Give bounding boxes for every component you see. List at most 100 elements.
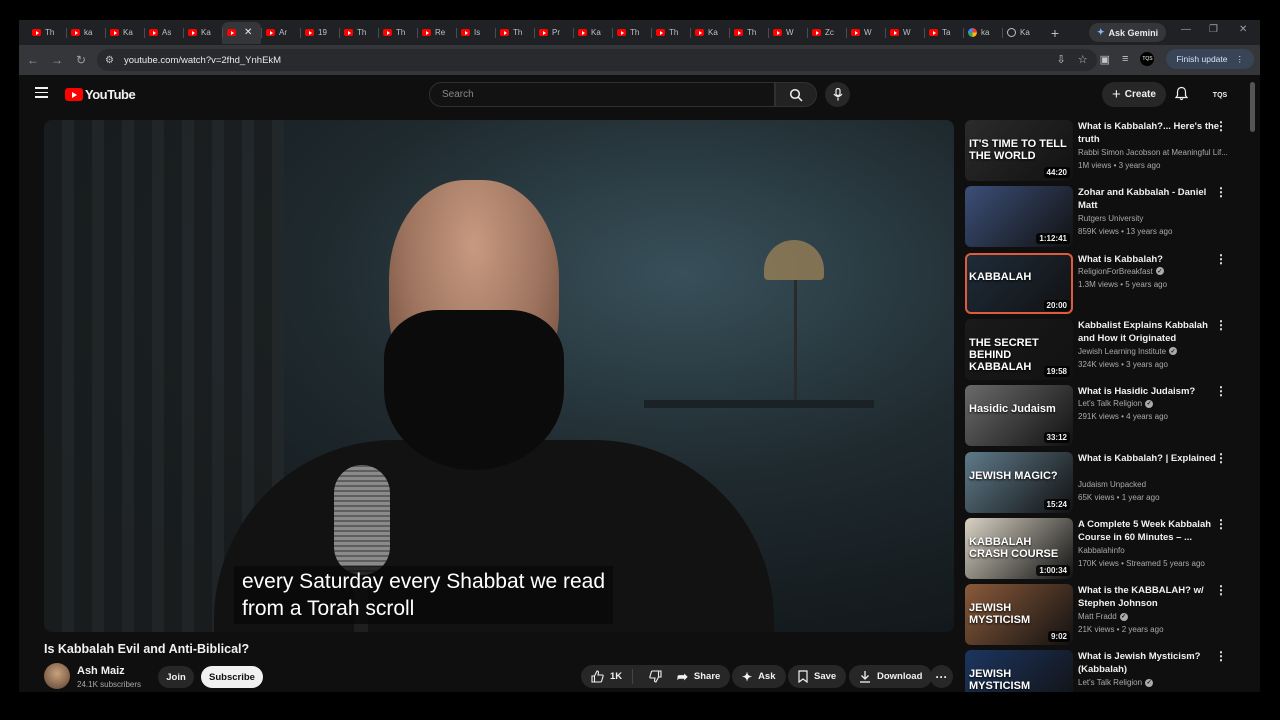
recommended-channel[interactable]: Matt Fradd ✓ [1078, 612, 1228, 621]
create-button[interactable]: + Create [1102, 82, 1166, 107]
browser-tab[interactable]: Th [339, 22, 378, 44]
search-input[interactable]: Search [429, 82, 775, 107]
recommended-channel[interactable]: Rutgers University [1078, 214, 1228, 223]
video-thumbnail[interactable]: JEWISH MAGIC? 15:24 [965, 451, 1073, 513]
install-app-icon[interactable]: ⇩ [1057, 53, 1066, 66]
video-thumbnail[interactable]: KABBALAH 20:00 [965, 252, 1073, 314]
more-options-icon[interactable]: ⋮ [1215, 120, 1227, 132]
finish-update-button[interactable]: Finish update ⋮ [1166, 49, 1254, 69]
save-button[interactable]: Save [788, 665, 847, 688]
more-options-icon[interactable]: ⋮ [1215, 518, 1227, 530]
new-tab-icon[interactable]: + [1045, 25, 1065, 41]
browser-tab[interactable]: Is [456, 22, 495, 44]
hamburger-menu-icon[interactable] [35, 87, 48, 101]
video-player[interactable]: every Saturday every Shabbat we read fro… [44, 120, 954, 632]
subscribe-button[interactable]: Subscribe [201, 666, 263, 688]
restore-icon[interactable]: ❐ [1209, 24, 1218, 35]
notifications-bell-icon[interactable] [1175, 86, 1188, 101]
browser-tab[interactable]: Th [651, 22, 690, 44]
channel-name[interactable]: Ash Maiz [77, 665, 125, 677]
more-options-icon[interactable]: ⋮ [1215, 385, 1227, 397]
recommended-video[interactable]: JEWISH MYSTICISM 9:02 What is the KABBALAH… [965, 584, 1237, 646]
browser-tab[interactable]: Th [378, 22, 417, 44]
browser-tab[interactable]: Th [729, 22, 768, 44]
recommended-channel[interactable]: ReligionForBreakfast ✓ [1078, 267, 1228, 276]
more-options-icon[interactable]: ⋮ [1215, 319, 1227, 331]
browser-tab[interactable]: Zc [807, 22, 846, 44]
browser-tab[interactable]: Pr [534, 22, 573, 44]
page-scrollbar[interactable] [1250, 82, 1255, 132]
profile-avatar[interactable]: TQS [1140, 52, 1155, 66]
video-thumbnail[interactable]: JEWISH MYSTICISM 9:02 [965, 584, 1073, 646]
account-avatar[interactable]: TQS [1209, 84, 1231, 106]
close-tab-icon[interactable]: ✕ [244, 27, 252, 38]
recommended-video-title[interactable]: What is Hasidic Judaism? [1078, 385, 1220, 398]
more-options-icon[interactable]: ⋮ [1215, 584, 1227, 596]
recommended-video-title[interactable]: What is Kabbalah? | Explained [1078, 452, 1220, 465]
browser-tab[interactable]: As [144, 22, 183, 44]
more-options-icon[interactable]: ⋮ [1215, 650, 1227, 662]
recommended-video[interactable]: THE SECRET BEHIND KABBALAH 19:58 Kabbalist… [965, 318, 1237, 381]
tab-search-icon[interactable]: ▣ [1100, 53, 1110, 66]
recommended-channel[interactable]: Rabbi Simon Jacobson at Meaningful Lif..… [1078, 148, 1228, 157]
address-bar[interactable]: ⚙ youtube.com/watch?v=2fhd_YnhEkM [97, 49, 1097, 71]
recommended-video[interactable]: KABBALAH CRASH COURSE 1:00:34 A Complete 5… [965, 517, 1237, 580]
recommended-video-title[interactable]: A Complete 5 Week Kabbalah Course in 60 … [1078, 518, 1220, 544]
voice-search-button[interactable] [825, 82, 850, 107]
video-thumbnail[interactable]: JEWISH MYSTICISM [965, 650, 1073, 692]
reload-icon[interactable]: ↻ [69, 53, 93, 67]
browser-tab[interactable]: ka [963, 22, 1002, 44]
site-info-icon[interactable]: ⚙ [105, 55, 114, 66]
recommended-video[interactable]: 1:12:41 Zohar and Kabbalah - Daniel Matt R… [965, 186, 1237, 248]
recommended-channel[interactable]: Judaism Unpacked [1078, 480, 1228, 489]
browser-tab[interactable]: W [885, 22, 924, 44]
video-thumbnail[interactable]: 1:12:41 [965, 186, 1073, 248]
ask-gemini-button[interactable]: ✦ Ask Gemini [1089, 23, 1167, 42]
browser-tab[interactable]: W [768, 22, 807, 44]
join-button[interactable]: Join [158, 666, 194, 688]
recommended-channel[interactable]: Kabbalahinfo [1078, 546, 1228, 555]
recommended-video[interactable]: JEWISH MAGIC? 15:24 What is Kabbalah? | Ex… [965, 451, 1237, 514]
browser-tab[interactable]: Ta [924, 22, 963, 44]
video-thumbnail[interactable]: THE SECRET BEHIND KABBALAH 19:58 [965, 318, 1073, 380]
more-options-icon[interactable]: ⋮ [1215, 452, 1227, 464]
download-button[interactable]: Download [849, 665, 933, 688]
browser-tab[interactable]: Re [417, 22, 456, 44]
recommended-channel[interactable]: Jewish Learning Institute ✓ [1078, 347, 1228, 356]
video-thumbnail[interactable]: IT'S TIME TO TELL THE WORLD 44:20 [965, 120, 1073, 181]
forward-icon[interactable]: → [45, 53, 69, 67]
back-icon[interactable]: ← [21, 53, 45, 67]
recommended-video-title[interactable]: Kabbalist Explains Kabbalah and How it O… [1078, 319, 1220, 345]
more-options-icon[interactable]: ⋮ [1215, 186, 1227, 198]
browser-tab[interactable]: Ka [105, 22, 144, 44]
browser-tab[interactable]: W [846, 22, 885, 44]
more-options-icon[interactable]: ⋮ [1215, 253, 1227, 265]
video-thumbnail[interactable]: Hasidic Judaism 33:12 [965, 385, 1073, 447]
browser-tab[interactable]: Th [495, 22, 534, 44]
recommended-video[interactable]: JEWISH MYSTICISM What is Jewish Mysticism… [965, 650, 1237, 692]
recommended-video-title[interactable]: What is Jewish Mysticism? (Kabbalah) [1078, 650, 1220, 676]
recommended-video-title[interactable]: What is Kabbalah? [1078, 253, 1220, 266]
minimize-icon[interactable]: — [1181, 24, 1191, 35]
recommended-video[interactable]: Hasidic Judaism 33:12 What is Hasidic Juda… [965, 385, 1237, 447]
more-actions-button[interactable]: ··· [930, 665, 953, 688]
youtube-logo[interactable]: YouTube [65, 87, 136, 102]
share-button[interactable]: ➦ Share [667, 665, 731, 688]
recommended-video-title[interactable]: What is Kabbalah?... Here's the truth [1078, 120, 1220, 146]
recommended-channel[interactable]: Let's Talk Religion ✓ [1078, 678, 1228, 687]
media-controls-icon[interactable]: ≡ [1122, 53, 1128, 65]
video-thumbnail[interactable]: KABBALAH CRASH COURSE 1:00:34 [965, 517, 1073, 579]
recommended-channel[interactable]: Let's Talk Religion ✓ [1078, 399, 1228, 408]
ask-button[interactable]: ✦ Ask [732, 665, 786, 688]
browser-tab[interactable]: Ka [183, 22, 222, 44]
bookmark-star-icon[interactable]: ☆ [1078, 53, 1088, 66]
close-window-icon[interactable]: ✕ [1239, 24, 1247, 35]
browser-tab[interactable]: Ar [261, 22, 300, 44]
browser-tab[interactable]: Ka [690, 22, 729, 44]
browser-tab-active[interactable]: ✕ [222, 21, 261, 44]
browser-tab[interactable]: 19 [300, 22, 339, 44]
recommended-video[interactable]: KABBALAH 20:00 What is Kabbalah? ReligionFo… [965, 252, 1237, 315]
browser-tab[interactable]: Ka [573, 22, 612, 44]
browser-tab[interactable]: Th [612, 22, 651, 44]
channel-avatar[interactable] [44, 663, 70, 689]
